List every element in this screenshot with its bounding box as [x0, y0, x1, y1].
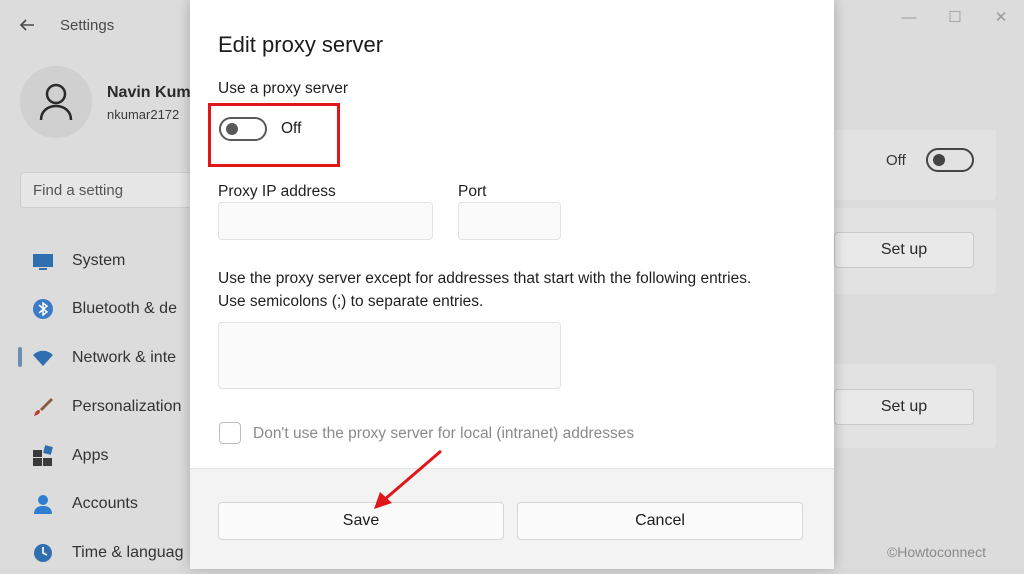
monitor-icon — [32, 250, 54, 272]
apps-icon — [32, 445, 54, 467]
brush-icon — [32, 396, 54, 418]
back-arrow-icon[interactable] — [18, 16, 38, 36]
sidebar-item-label: Personalization — [72, 398, 182, 415]
exceptions-description-line-1: Use the proxy server except for addresse… — [218, 270, 752, 287]
auto-detect-toggle[interactable] — [926, 148, 974, 172]
sidebar-item-time-language[interactable]: Time & languag — [0, 534, 200, 574]
sidebar-item-label: Bluetooth & de — [72, 300, 177, 317]
sidebar-item-label: Accounts — [72, 495, 138, 512]
exceptions-description-line-2: Use semicolons (;) to separate entries. — [218, 293, 484, 310]
close-icon[interactable]: ✕ — [978, 0, 1024, 34]
sidebar-item-label: Network & inte — [72, 349, 177, 366]
local-addresses-checkbox[interactable] — [219, 422, 241, 444]
sidebar-item-label: System — [72, 252, 126, 269]
avatar[interactable] — [20, 66, 92, 138]
auto-detect-state: Off — [886, 152, 906, 169]
sidebar-item-network[interactable]: Network & inte — [0, 339, 200, 379]
bluetooth-icon — [32, 298, 54, 320]
setup-script-button[interactable]: Set up — [834, 232, 974, 268]
search-placeholder: Find a setting — [33, 182, 124, 199]
exceptions-input[interactable] — [218, 322, 561, 389]
sidebar-item-personalization[interactable]: Personalization — [0, 388, 200, 428]
local-addresses-label: Don't use the proxy server for local (in… — [253, 425, 635, 442]
sidebar-item-label: Apps — [72, 447, 109, 464]
watermark: ©Howtoconnect — [886, 544, 986, 560]
port-input[interactable] — [458, 202, 561, 240]
manual-proxy-setup-button[interactable]: Set up — [834, 389, 974, 425]
toggle-knob — [226, 123, 238, 135]
dialog-title: Edit proxy server — [218, 32, 384, 57]
proxy-ip-input[interactable] — [218, 202, 433, 240]
minimize-icon[interactable]: — — [886, 0, 932, 34]
sidebar-item-apps[interactable]: Apps — [0, 437, 200, 477]
sidebar-item-system[interactable]: System — [0, 242, 200, 282]
cancel-button[interactable]: Cancel — [517, 502, 803, 540]
user-name: Navin Kum — [107, 84, 191, 101]
dialog-footer: Save Cancel — [190, 468, 834, 569]
wifi-icon — [32, 347, 54, 369]
port-label: Port — [458, 183, 487, 200]
account-icon — [32, 493, 54, 515]
user-email: nkumar2172 — [107, 107, 180, 122]
sidebar-item-bluetooth[interactable]: Bluetooth & de — [0, 290, 200, 330]
user-icon — [39, 83, 73, 121]
use-proxy-toggle[interactable] — [219, 117, 267, 141]
sidebar-item-label: Time & languag — [72, 544, 184, 561]
window-controls: — ☐ ✕ — [886, 0, 1024, 34]
proxy-ip-label: Proxy IP address — [218, 183, 336, 200]
toggle-state-text: Off — [281, 120, 302, 137]
sidebar-item-accounts[interactable]: Accounts — [0, 485, 200, 525]
app-title: Settings — [60, 17, 115, 34]
clock-globe-icon — [32, 542, 54, 564]
use-proxy-label: Use a proxy server — [218, 80, 349, 97]
save-button[interactable]: Save — [218, 502, 504, 540]
edit-proxy-dialog: Edit proxy server Use a proxy server Off… — [190, 0, 834, 569]
maximize-icon[interactable]: ☐ — [932, 0, 978, 34]
